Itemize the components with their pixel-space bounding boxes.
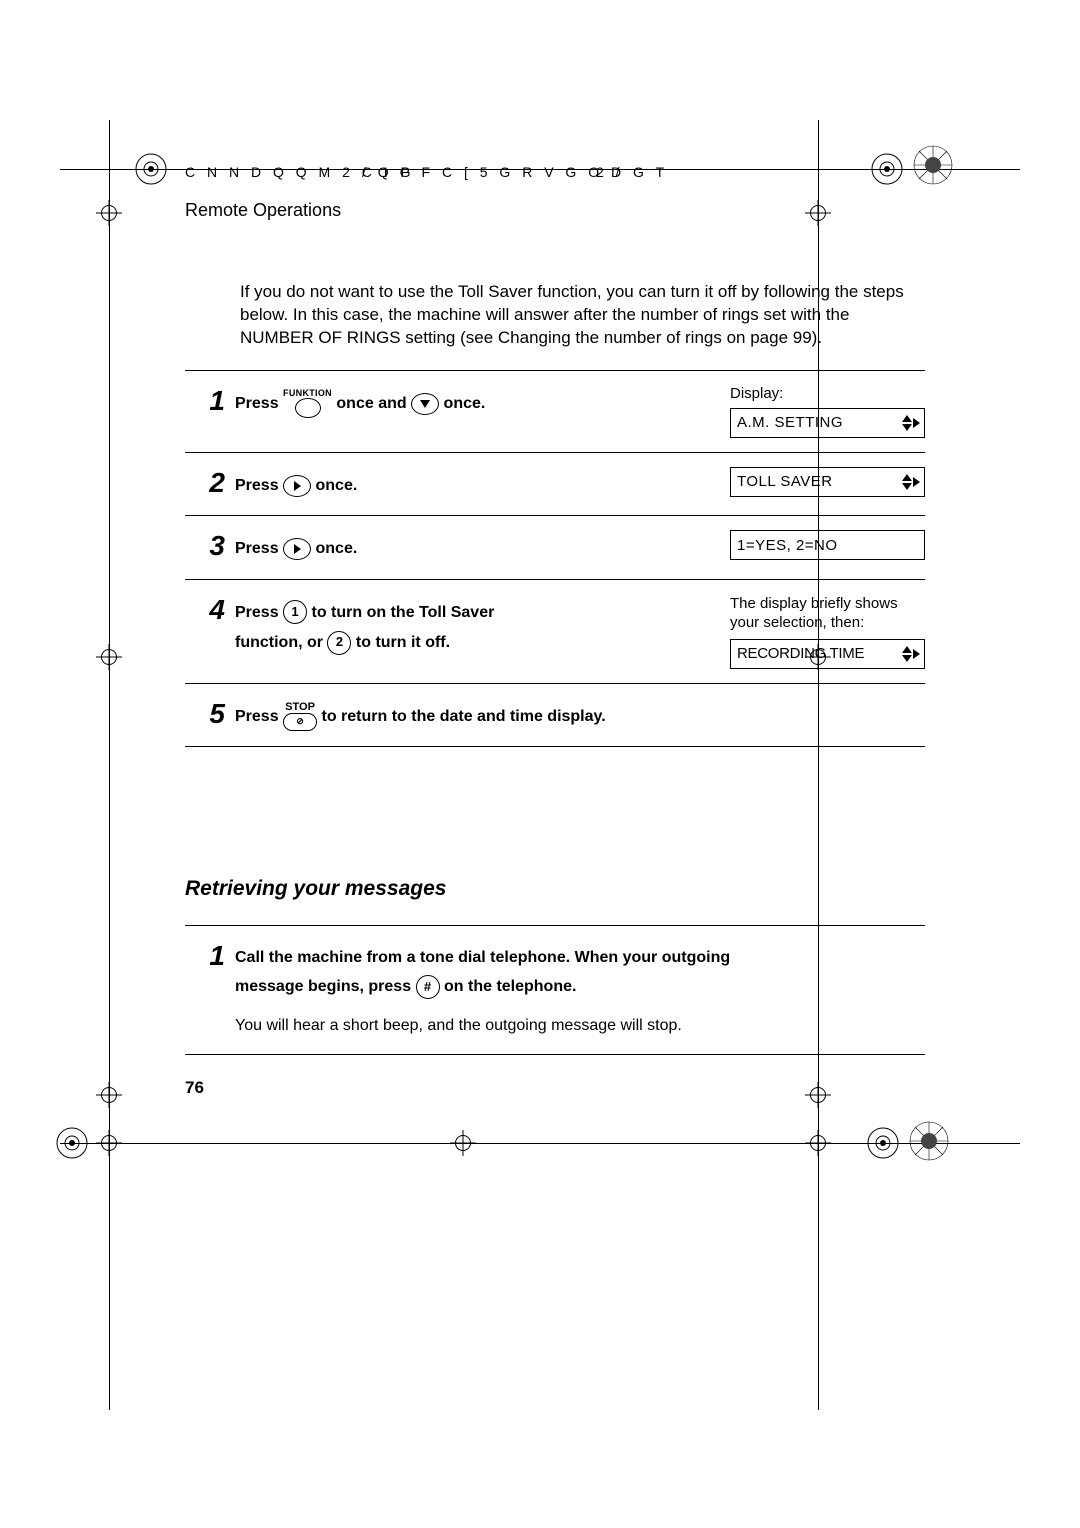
press-label: Press xyxy=(235,540,279,557)
step-instruction: Press once. xyxy=(235,528,730,564)
step-number: 3 xyxy=(185,528,235,560)
right-key-icon xyxy=(283,475,311,497)
step-display: Display: A.M. SETTING xyxy=(730,383,925,438)
lcd-arrows-icon xyxy=(902,474,920,490)
text-once: once. xyxy=(316,540,358,557)
text-turn-on: to turn on the Toll Saver xyxy=(312,604,495,621)
retrieve-line1: Call the machine from a tone dial teleph… xyxy=(235,949,730,966)
step-display: TOLL SAVER xyxy=(730,465,925,497)
text-once-and: once and xyxy=(336,395,406,412)
lcd-text: 1=YES, 2=NO xyxy=(737,537,838,554)
registration-mark-icon xyxy=(55,1126,89,1160)
lcd-arrows-icon xyxy=(902,415,920,431)
text-turn-off: to turn it off. xyxy=(356,634,450,651)
crosshair-icon xyxy=(96,1082,122,1108)
right-key-icon xyxy=(283,538,311,560)
step-instruction: Press FUNKTION once and once. xyxy=(235,383,730,419)
text-function-or: function, or xyxy=(235,634,323,651)
display-note-b: your selection, then: xyxy=(730,614,864,631)
step-number: 4 xyxy=(185,592,235,624)
stop-key-icon: STOP ⊘ xyxy=(283,702,317,731)
step-instruction: Press once. xyxy=(235,465,730,501)
retrieve-block: 1 Call the machine from a tone dial tele… xyxy=(185,925,925,1055)
display-note-a: The display briefly shows xyxy=(730,595,898,612)
step-number: 1 xyxy=(185,383,235,415)
step-instruction: Press STOP ⊘ to return to the date and t… xyxy=(235,696,925,732)
step-row: 5 Press STOP ⊘ to return to the date and… xyxy=(185,684,925,747)
stop-label: STOP xyxy=(285,702,315,713)
key-2-icon: 2 xyxy=(327,631,351,655)
registration-mark-icon xyxy=(870,152,904,186)
funktion-label: FUNKTION xyxy=(283,389,332,398)
step-instruction: Press 1 to turn on the Toll Saver functi… xyxy=(235,592,730,659)
step-number: 5 xyxy=(185,696,235,728)
step-row: 2 Press once. TOLL SAVER xyxy=(185,453,925,516)
step-row: 1 Press FUNKTION once and once. Display:… xyxy=(185,371,925,453)
crosshair-icon xyxy=(805,1130,831,1156)
crosshair-icon xyxy=(96,644,122,670)
hash-key-icon: # xyxy=(416,975,440,999)
step-row: 3 Press once. 1=YES, 2=NO xyxy=(185,516,925,579)
crosshair-icon xyxy=(96,1130,122,1156)
step-number: 1 xyxy=(185,938,235,970)
crosshair-icon xyxy=(805,200,831,226)
steps-block: 1 Press FUNKTION once and once. Display:… xyxy=(185,370,925,747)
page-content: Remote Operations If you do not want to … xyxy=(185,150,925,1055)
press-label: Press xyxy=(235,604,279,621)
wide-key-icon: ⊘ xyxy=(283,713,317,731)
crop-line-left xyxy=(109,120,110,1410)
step-row: 1 Call the machine from a tone dial tele… xyxy=(185,926,925,1055)
crosshair-icon xyxy=(96,200,122,226)
subheading: Retrieving your messages xyxy=(185,877,925,901)
lcd-box: 1=YES, 2=NO xyxy=(730,530,925,560)
press-label: Press xyxy=(235,708,279,725)
step-number: 2 xyxy=(185,465,235,497)
lcd-box: A.M. SETTING xyxy=(730,408,925,438)
lcd-box: TOLL SAVER xyxy=(730,467,925,497)
retrieve-line2b: on the telephone. xyxy=(444,978,576,995)
down-key-icon xyxy=(411,393,439,415)
registration-mark-icon xyxy=(866,1126,900,1160)
text-once: once. xyxy=(316,477,358,494)
funktion-key-icon: FUNKTION xyxy=(283,389,332,418)
crosshair-icon xyxy=(805,1082,831,1108)
step-instruction: Call the machine from a tone dial teleph… xyxy=(235,938,925,1040)
text-once: once. xyxy=(444,395,486,412)
press-label: Press xyxy=(235,395,279,412)
oval-key-icon xyxy=(295,398,321,418)
lcd-text: TOLL SAVER xyxy=(737,473,833,490)
crosshair-icon xyxy=(805,644,831,670)
crosshair-icon xyxy=(450,1130,476,1156)
text-return: to return to the date and time display. xyxy=(322,708,606,725)
press-label: Press xyxy=(235,477,279,494)
lcd-text: RECORDING TIME xyxy=(737,645,864,662)
page-number: 76 xyxy=(185,1078,204,1098)
registration-target-icon xyxy=(908,1120,950,1162)
retrieve-note: You will hear a short beep, and the outg… xyxy=(235,1012,925,1041)
registration-target-icon xyxy=(912,144,954,186)
intro-paragraph: If you do not want to use the Toll Saver… xyxy=(240,281,915,350)
step-display: 1=YES, 2=NO xyxy=(730,528,925,560)
retrieve-line2a: message begins, press xyxy=(235,978,411,995)
lcd-arrows-icon xyxy=(902,646,920,662)
registration-mark-icon xyxy=(134,152,168,186)
lcd-text: A.M. SETTING xyxy=(737,414,843,431)
display-label: Display: xyxy=(730,385,925,402)
key-1-icon: 1 xyxy=(283,600,307,624)
